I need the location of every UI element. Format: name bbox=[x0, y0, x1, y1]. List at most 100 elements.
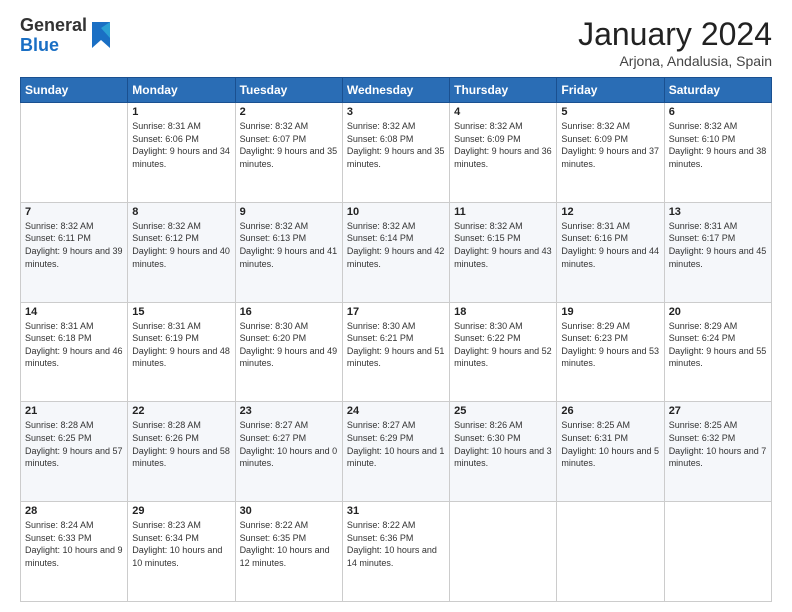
table-row: 24 Sunrise: 8:27 AMSunset: 6:29 PMDaylig… bbox=[342, 402, 449, 502]
day-info: Sunrise: 8:31 AMSunset: 6:19 PMDaylight:… bbox=[132, 320, 230, 370]
month-title: January 2024 bbox=[578, 16, 772, 53]
col-friday: Friday bbox=[557, 78, 664, 103]
table-row: 29 Sunrise: 8:23 AMSunset: 6:34 PMDaylig… bbox=[128, 502, 235, 602]
day-number: 11 bbox=[454, 206, 552, 218]
day-info: Sunrise: 8:32 AMSunset: 6:12 PMDaylight:… bbox=[132, 220, 230, 270]
col-thursday: Thursday bbox=[450, 78, 557, 103]
day-number: 24 bbox=[347, 405, 445, 417]
page: General Blue January 2024 Arjona, Andalu… bbox=[0, 0, 792, 612]
day-number: 2 bbox=[240, 106, 338, 118]
day-info: Sunrise: 8:22 AMSunset: 6:36 PMDaylight:… bbox=[347, 519, 445, 569]
day-number: 9 bbox=[240, 206, 338, 218]
day-number: 27 bbox=[669, 405, 767, 417]
calendar-week-row: 1 Sunrise: 8:31 AMSunset: 6:06 PMDayligh… bbox=[21, 103, 772, 203]
table-row: 20 Sunrise: 8:29 AMSunset: 6:24 PMDaylig… bbox=[664, 302, 771, 402]
table-row: 10 Sunrise: 8:32 AMSunset: 6:14 PMDaylig… bbox=[342, 202, 449, 302]
day-info: Sunrise: 8:28 AMSunset: 6:25 PMDaylight:… bbox=[25, 419, 123, 469]
day-info: Sunrise: 8:32 AMSunset: 6:14 PMDaylight:… bbox=[347, 220, 445, 270]
table-row: 21 Sunrise: 8:28 AMSunset: 6:25 PMDaylig… bbox=[21, 402, 128, 502]
day-info: Sunrise: 8:25 AMSunset: 6:32 PMDaylight:… bbox=[669, 419, 767, 469]
table-row: 22 Sunrise: 8:28 AMSunset: 6:26 PMDaylig… bbox=[128, 402, 235, 502]
table-row: 6 Sunrise: 8:32 AMSunset: 6:10 PMDayligh… bbox=[664, 103, 771, 203]
col-sunday: Sunday bbox=[21, 78, 128, 103]
col-saturday: Saturday bbox=[664, 78, 771, 103]
day-number: 3 bbox=[347, 106, 445, 118]
table-row: 30 Sunrise: 8:22 AMSunset: 6:35 PMDaylig… bbox=[235, 502, 342, 602]
day-info: Sunrise: 8:32 AMSunset: 6:11 PMDaylight:… bbox=[25, 220, 123, 270]
day-info: Sunrise: 8:25 AMSunset: 6:31 PMDaylight:… bbox=[561, 419, 659, 469]
day-info: Sunrise: 8:27 AMSunset: 6:29 PMDaylight:… bbox=[347, 419, 445, 469]
day-number: 13 bbox=[669, 206, 767, 218]
day-info: Sunrise: 8:32 AMSunset: 6:10 PMDaylight:… bbox=[669, 120, 767, 170]
table-row: 8 Sunrise: 8:32 AMSunset: 6:12 PMDayligh… bbox=[128, 202, 235, 302]
day-info: Sunrise: 8:31 AMSunset: 6:06 PMDaylight:… bbox=[132, 120, 230, 170]
table-row: 11 Sunrise: 8:32 AMSunset: 6:15 PMDaylig… bbox=[450, 202, 557, 302]
day-number: 19 bbox=[561, 306, 659, 318]
day-info: Sunrise: 8:32 AMSunset: 6:13 PMDaylight:… bbox=[240, 220, 338, 270]
table-row bbox=[21, 103, 128, 203]
day-number: 30 bbox=[240, 505, 338, 517]
calendar-header-row: Sunday Monday Tuesday Wednesday Thursday… bbox=[21, 78, 772, 103]
day-number: 25 bbox=[454, 405, 552, 417]
day-info: Sunrise: 8:32 AMSunset: 6:08 PMDaylight:… bbox=[347, 120, 445, 170]
table-row: 18 Sunrise: 8:30 AMSunset: 6:22 PMDaylig… bbox=[450, 302, 557, 402]
day-number: 22 bbox=[132, 405, 230, 417]
day-number: 12 bbox=[561, 206, 659, 218]
col-wednesday: Wednesday bbox=[342, 78, 449, 103]
table-row: 2 Sunrise: 8:32 AMSunset: 6:07 PMDayligh… bbox=[235, 103, 342, 203]
day-info: Sunrise: 8:29 AMSunset: 6:23 PMDaylight:… bbox=[561, 320, 659, 370]
day-number: 26 bbox=[561, 405, 659, 417]
logo-blue: Blue bbox=[20, 36, 87, 56]
day-number: 4 bbox=[454, 106, 552, 118]
day-info: Sunrise: 8:31 AMSunset: 6:16 PMDaylight:… bbox=[561, 220, 659, 270]
day-info: Sunrise: 8:28 AMSunset: 6:26 PMDaylight:… bbox=[132, 419, 230, 469]
col-tuesday: Tuesday bbox=[235, 78, 342, 103]
day-info: Sunrise: 8:24 AMSunset: 6:33 PMDaylight:… bbox=[25, 519, 123, 569]
day-number: 31 bbox=[347, 505, 445, 517]
table-row: 31 Sunrise: 8:22 AMSunset: 6:36 PMDaylig… bbox=[342, 502, 449, 602]
day-info: Sunrise: 8:32 AMSunset: 6:07 PMDaylight:… bbox=[240, 120, 338, 170]
day-info: Sunrise: 8:22 AMSunset: 6:35 PMDaylight:… bbox=[240, 519, 338, 569]
day-info: Sunrise: 8:31 AMSunset: 6:18 PMDaylight:… bbox=[25, 320, 123, 370]
table-row: 13 Sunrise: 8:31 AMSunset: 6:17 PMDaylig… bbox=[664, 202, 771, 302]
day-number: 23 bbox=[240, 405, 338, 417]
col-monday: Monday bbox=[128, 78, 235, 103]
day-number: 8 bbox=[132, 206, 230, 218]
logo-text: General Blue bbox=[20, 16, 87, 56]
day-number: 20 bbox=[669, 306, 767, 318]
day-number: 14 bbox=[25, 306, 123, 318]
table-row bbox=[664, 502, 771, 602]
day-number: 16 bbox=[240, 306, 338, 318]
calendar: Sunday Monday Tuesday Wednesday Thursday… bbox=[20, 77, 772, 602]
table-row: 26 Sunrise: 8:25 AMSunset: 6:31 PMDaylig… bbox=[557, 402, 664, 502]
day-info: Sunrise: 8:32 AMSunset: 6:09 PMDaylight:… bbox=[561, 120, 659, 170]
day-number: 17 bbox=[347, 306, 445, 318]
logo-icon bbox=[90, 20, 112, 52]
day-info: Sunrise: 8:29 AMSunset: 6:24 PMDaylight:… bbox=[669, 320, 767, 370]
table-row: 14 Sunrise: 8:31 AMSunset: 6:18 PMDaylig… bbox=[21, 302, 128, 402]
header: General Blue January 2024 Arjona, Andalu… bbox=[20, 16, 772, 69]
logo-general: General bbox=[20, 16, 87, 36]
table-row: 19 Sunrise: 8:29 AMSunset: 6:23 PMDaylig… bbox=[557, 302, 664, 402]
day-number: 6 bbox=[669, 106, 767, 118]
table-row: 23 Sunrise: 8:27 AMSunset: 6:27 PMDaylig… bbox=[235, 402, 342, 502]
calendar-week-row: 7 Sunrise: 8:32 AMSunset: 6:11 PMDayligh… bbox=[21, 202, 772, 302]
day-number: 10 bbox=[347, 206, 445, 218]
table-row: 25 Sunrise: 8:26 AMSunset: 6:30 PMDaylig… bbox=[450, 402, 557, 502]
day-number: 28 bbox=[25, 505, 123, 517]
table-row: 12 Sunrise: 8:31 AMSunset: 6:16 PMDaylig… bbox=[557, 202, 664, 302]
day-number: 29 bbox=[132, 505, 230, 517]
day-info: Sunrise: 8:32 AMSunset: 6:09 PMDaylight:… bbox=[454, 120, 552, 170]
calendar-week-row: 28 Sunrise: 8:24 AMSunset: 6:33 PMDaylig… bbox=[21, 502, 772, 602]
table-row: 15 Sunrise: 8:31 AMSunset: 6:19 PMDaylig… bbox=[128, 302, 235, 402]
day-number: 7 bbox=[25, 206, 123, 218]
table-row: 1 Sunrise: 8:31 AMSunset: 6:06 PMDayligh… bbox=[128, 103, 235, 203]
table-row: 7 Sunrise: 8:32 AMSunset: 6:11 PMDayligh… bbox=[21, 202, 128, 302]
day-number: 1 bbox=[132, 106, 230, 118]
day-number: 21 bbox=[25, 405, 123, 417]
calendar-week-row: 21 Sunrise: 8:28 AMSunset: 6:25 PMDaylig… bbox=[21, 402, 772, 502]
day-number: 5 bbox=[561, 106, 659, 118]
location: Arjona, Andalusia, Spain bbox=[578, 53, 772, 69]
table-row: 16 Sunrise: 8:30 AMSunset: 6:20 PMDaylig… bbox=[235, 302, 342, 402]
table-row: 3 Sunrise: 8:32 AMSunset: 6:08 PMDayligh… bbox=[342, 103, 449, 203]
